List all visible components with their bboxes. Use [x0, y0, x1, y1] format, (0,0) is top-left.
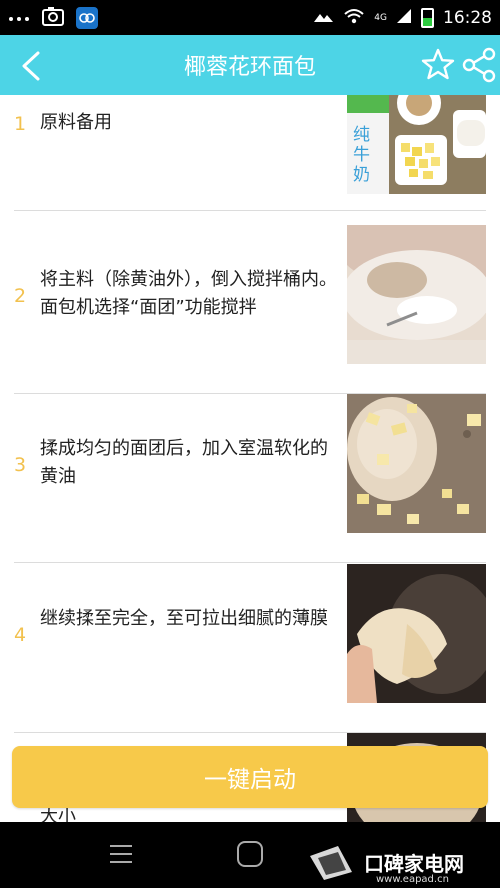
app-header: 椰蓉花环面包: [0, 35, 500, 95]
step-text: 原料备用: [40, 112, 112, 133]
system-nav-bar: 口碑家电网 www.eapad.cn: [0, 822, 500, 888]
dots-icon: [8, 8, 30, 27]
app-icon: [76, 6, 98, 29]
dough-membrane-photo[interactable]: [347, 564, 486, 703]
network-label: 4G: [374, 12, 387, 23]
watermark: 口碑家电网 www.eapad.cn: [308, 846, 498, 886]
watermark-url: www.eapad.cn: [376, 874, 449, 885]
svg-text:纯: 纯: [353, 125, 370, 145]
step-item: 2 将主料（除黄油外），倒入搅拌桶内。面包机选择“面团”功能搅拌: [0, 225, 500, 394]
battery-fill: [423, 18, 432, 26]
step-text: 继续揉至完全，至可拉出细腻的薄膜: [40, 608, 328, 629]
menu-icon[interactable]: [108, 842, 134, 866]
step-number: 2: [14, 285, 27, 307]
one-click-start-button[interactable]: 一键启动: [12, 746, 488, 808]
step-divider: [14, 562, 486, 563]
step-text: 揉成均匀的面团后，加入室温软化的黄油: [40, 438, 328, 487]
step-number: 4: [14, 624, 27, 646]
recipe-steps-list[interactable]: 1 原料备用 纯 牛 奶 2 将主料（除黄油外），倒入搅拌桶内。面包机选择“面团…: [0, 55, 500, 822]
svg-text:牛: 牛: [353, 145, 370, 165]
step-number: 1: [14, 113, 27, 135]
signal-icon: [396, 8, 412, 28]
home-icon[interactable]: [236, 840, 264, 868]
flour-mixing-photo[interactable]: [347, 225, 486, 364]
step-divider: [14, 210, 486, 211]
screenshot-icon: [42, 6, 64, 30]
status-time: 16:28: [443, 7, 492, 28]
wifi-icon: [343, 7, 365, 29]
step-number: 3: [14, 454, 27, 476]
butter-dough-photo[interactable]: [347, 394, 486, 533]
step-item: 4 继续揉至完全，至可拉出细腻的薄膜: [0, 564, 500, 733]
step-text: 将主料（除黄油外），倒入搅拌桶内。面包机选择“面团”功能搅拌: [40, 269, 337, 318]
favorite-star-button[interactable]: [420, 47, 456, 83]
share-button[interactable]: [462, 47, 498, 83]
watermark-title: 口碑家电网: [364, 852, 464, 876]
step-item: 3 揉成均匀的面团后，加入室温软化的黄油: [0, 394, 500, 563]
watermark-logo-icon: [308, 842, 358, 886]
svg-text:奶: 奶: [353, 165, 370, 185]
battery-icon: [421, 7, 434, 28]
status-bar: 4G 16:28: [0, 0, 500, 35]
cloud-icon: [312, 8, 334, 28]
